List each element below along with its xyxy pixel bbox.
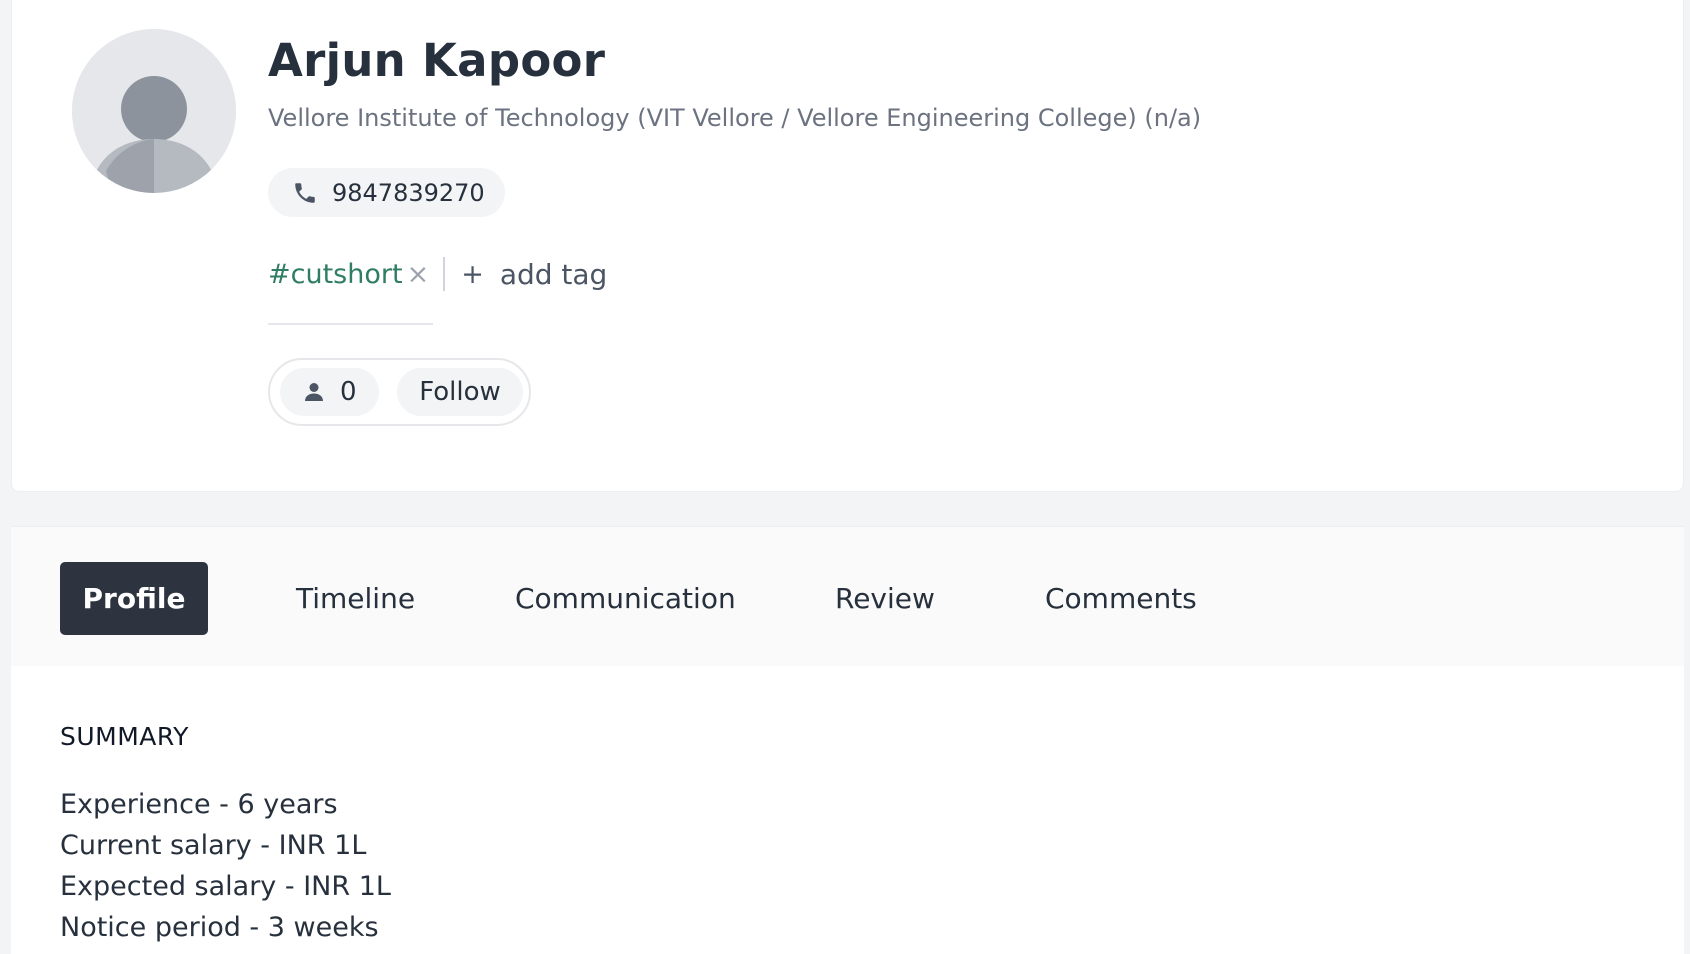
candidate-profile-card: Arjun Kapoor Vellore Institute of Techno… — [11, 0, 1684, 492]
followers-count-chip[interactable]: 0 — [280, 368, 379, 416]
summary-current-salary: Current salary - INR 1L — [60, 830, 367, 861]
candidate-name: Arjun Kapoor — [268, 34, 606, 87]
phone-pill[interactable]: 9847839270 — [268, 168, 505, 217]
summary-expected-salary: Expected salary - INR 1L — [60, 871, 391, 902]
user-avatar-icon — [72, 29, 236, 193]
summary-notice-period: Notice period - 3 weeks — [60, 912, 379, 943]
follow-button[interactable]: Follow — [397, 368, 523, 416]
follow-group: 0 Follow — [268, 358, 531, 426]
profile-content: SUMMARY Experience - 6 years Current sal… — [11, 666, 1684, 954]
tab-timeline[interactable]: Timeline — [296, 562, 415, 635]
tab-bar: Profile Timeline Communication Review Co… — [11, 526, 1684, 666]
plus-icon[interactable]: + — [461, 259, 484, 290]
phone-number: 9847839270 — [332, 178, 485, 207]
tab-profile[interactable]: Profile — [60, 562, 208, 635]
summary-list: Experience - 6 years Current salary - IN… — [60, 784, 391, 948]
tab-communication[interactable]: Communication — [515, 562, 736, 635]
tab-comments[interactable]: Comments — [1045, 562, 1197, 635]
tag-cutshort[interactable]: #cutshort — [268, 259, 403, 290]
candidate-institution: Vellore Institute of Technology (VIT Vel… — [268, 104, 1202, 132]
summary-heading: SUMMARY — [60, 722, 189, 751]
tab-review[interactable]: Review — [835, 562, 935, 635]
add-tag-button[interactable]: add tag — [500, 258, 608, 291]
followers-count: 0 — [340, 377, 357, 407]
tag-divider — [443, 257, 446, 291]
tag-remove-icon[interactable]: × — [407, 259, 430, 290]
avatar — [72, 29, 236, 193]
person-icon — [302, 380, 326, 404]
tag-input-underline — [268, 323, 433, 325]
tags-row: #cutshort × + add tag — [268, 252, 607, 296]
phone-icon — [292, 180, 318, 206]
summary-experience: Experience - 6 years — [60, 789, 338, 820]
